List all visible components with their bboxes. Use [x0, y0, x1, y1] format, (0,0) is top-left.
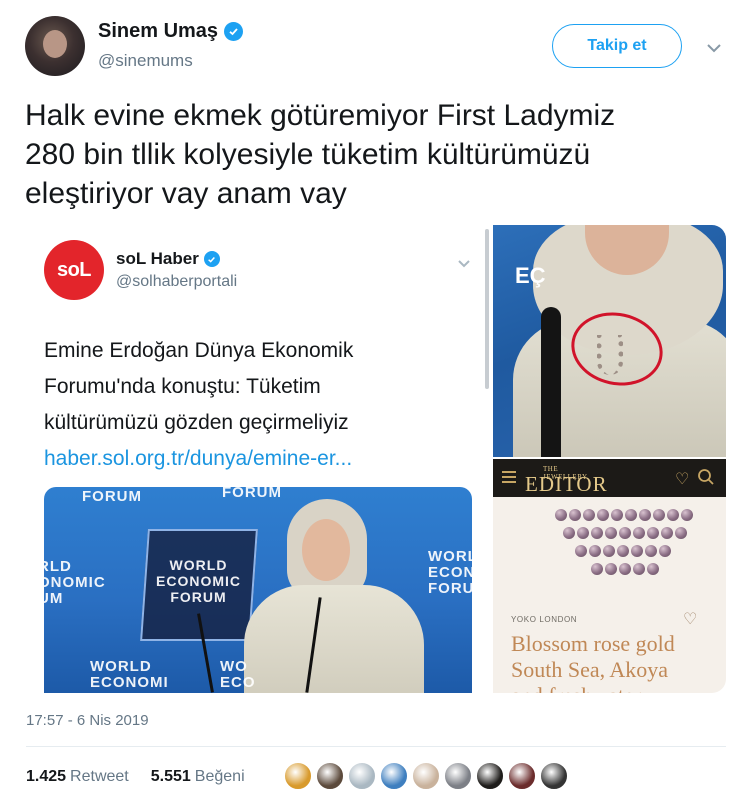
pearl-strand [563, 527, 687, 539]
liker-avatar[interactable] [508, 762, 536, 790]
liker-avatar[interactable] [540, 762, 568, 790]
tweet-stats: 1.425 Retweet 5.551 Beğeni [26, 768, 245, 786]
retweet-count[interactable]: 1.425 [26, 768, 66, 786]
product-title: Blossom rose gold South Sea, Akoya and f… [511, 631, 675, 693]
quoted-tweet-text: Emine Erdoğan Dünya Ekonomik Forumu'nda … [44, 339, 354, 434]
quoted-author-handle: @solhaberportali [116, 273, 238, 290]
menu-icon [502, 471, 516, 483]
liker-avatars[interactable] [284, 762, 568, 790]
like-label[interactable]: Beğeni [195, 768, 245, 786]
photo-text: WO ECO [220, 658, 256, 691]
search-icon [697, 468, 715, 486]
heart-icon: ♡ [675, 471, 690, 488]
photo-text: FORUM [222, 487, 282, 501]
photo-text: EÇ [515, 263, 546, 288]
follow-button[interactable]: Takip et [552, 24, 682, 68]
tweet-media[interactable]: soL soL Haber @solhaberportali Emine Erd… [26, 225, 726, 693]
photo-text: WORLD ECONOMIC FORUM [156, 557, 241, 605]
sol-haber-logo: soL [44, 240, 104, 300]
scrollbar [485, 229, 489, 389]
tweet-text: Halk evine ekmek götüremiyor First Ladym… [25, 99, 616, 210]
photo-text: WORLD ECONOMI [90, 658, 169, 691]
pearl-strand [591, 563, 659, 575]
retweet-label[interactable]: Retweet [70, 768, 129, 786]
pearl-strand [575, 545, 671, 557]
quoted-photo: FORUM FORUM RLD ONOMIC UM WORLD ECONOMIC… [44, 487, 472, 693]
photo-text: WORL ECONO FORU [428, 548, 472, 597]
quoted-tweet-screenshot[interactable]: soL soL Haber @solhaberportali Emine Erd… [26, 225, 492, 693]
author-avatar[interactable] [25, 16, 85, 76]
liker-avatar[interactable] [444, 762, 472, 790]
author-handle[interactable]: @sinemums [98, 51, 193, 71]
verified-badge-icon [224, 22, 244, 41]
speaker-face [302, 519, 350, 581]
divider [26, 746, 726, 747]
liker-avatar[interactable] [412, 762, 440, 790]
quoted-author-name: soL Haber [116, 249, 199, 268]
heart-icon: ♡ [683, 611, 698, 628]
product-brand: YOKO LONDON [511, 615, 578, 624]
liker-avatar[interactable] [284, 762, 312, 790]
jewellery-site-header: THE JEWELLERY EDITOR ♡ [493, 459, 726, 497]
necklace-closeup-photo[interactable]: EÇ [493, 225, 726, 457]
chevron-down-icon[interactable] [704, 38, 724, 58]
author-name[interactable]: Sinem Umaş [98, 20, 218, 43]
liker-avatar[interactable] [380, 762, 408, 790]
liker-avatar[interactable] [316, 762, 344, 790]
site-logo-main: EDITOR [525, 472, 608, 496]
photo-text: RLD ONOMIC UM [44, 558, 106, 607]
chevron-down-icon [456, 255, 472, 271]
pearl-strand [555, 509, 693, 521]
verified-badge-icon [203, 251, 220, 267]
quoted-tweet-link: haber.sol.org.tr/dunya/emine-er... [44, 447, 353, 470]
jewellery-product-panel: YOKO LONDON ♡ Blossom rose gold South Se… [493, 497, 726, 693]
like-count[interactable]: 5.551 [151, 768, 191, 786]
photo-text: FORUM [82, 488, 142, 505]
author-name-row[interactable]: Sinem Umaş [98, 20, 244, 43]
speaker-body [244, 585, 424, 693]
liker-avatar[interactable] [348, 762, 376, 790]
tweet-timestamp[interactable]: 17:57 - 6 Nis 2019 [26, 712, 149, 729]
liker-avatar[interactable] [476, 762, 504, 790]
microphone [541, 307, 561, 457]
quoted-author-row: soL Haber [116, 249, 220, 269]
